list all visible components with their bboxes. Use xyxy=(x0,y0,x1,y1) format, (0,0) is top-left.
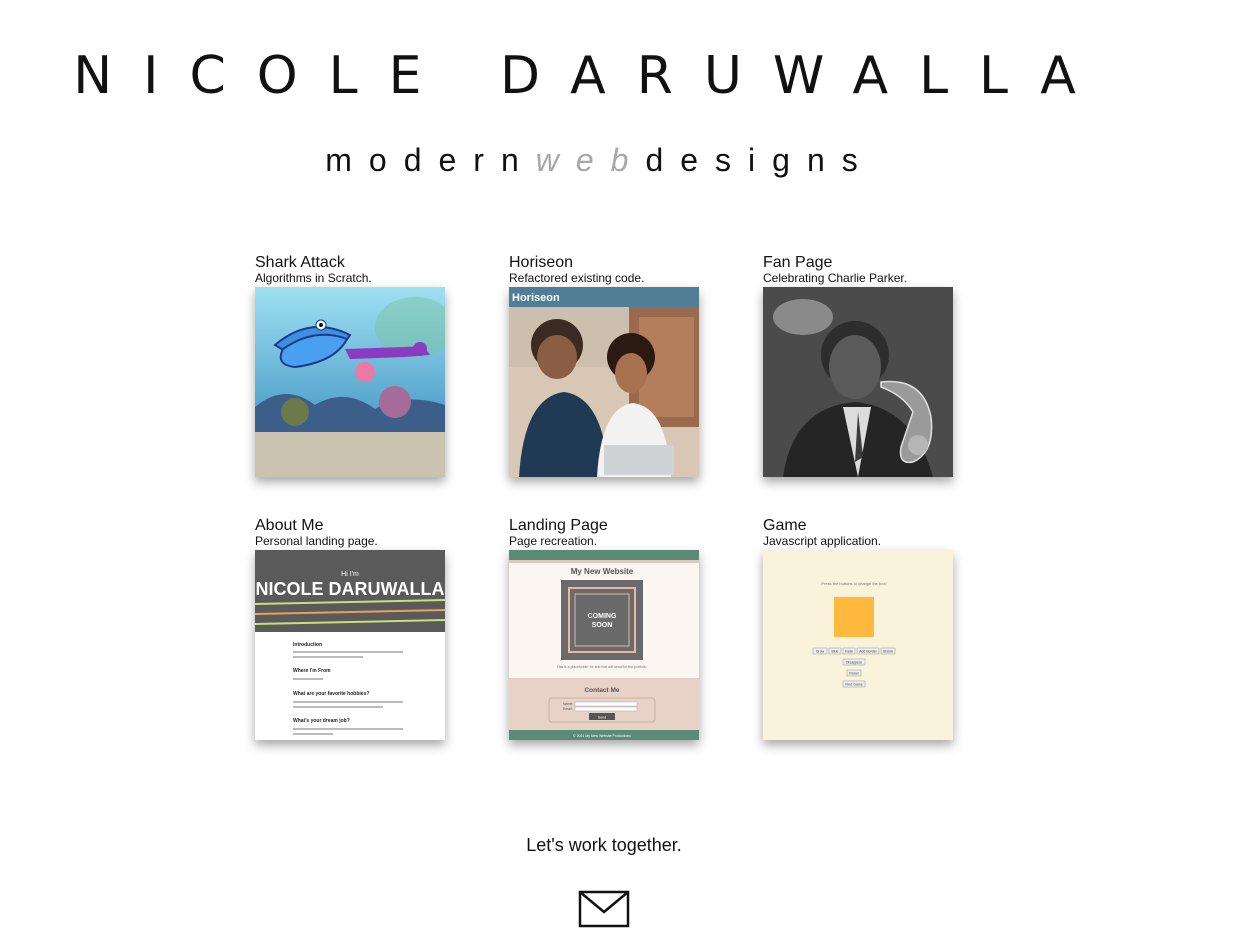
project-title: Shark Attack xyxy=(255,254,345,271)
landing-thumb-send: Send xyxy=(598,716,606,720)
project-card-shark-attack: Shark Attack Algorithms in Scratch. xyxy=(255,254,445,477)
project-thumbnail-shark-attack[interactable] xyxy=(255,287,445,477)
game-thumb-button: Add Border xyxy=(859,650,878,654)
shark-attack-image xyxy=(255,287,445,477)
site-title: NICOLE DARUWALLA xyxy=(73,46,1107,106)
project-thumbnail-landing-page[interactable]: My New Website COMING SOON This is a pla… xyxy=(509,550,699,740)
horiseon-image: Horiseon xyxy=(509,287,699,477)
about-thumb-section: Introduction xyxy=(293,642,322,648)
project-description: Algorithms in Scratch. xyxy=(255,271,372,285)
project-thumbnail-fan-page[interactable] xyxy=(763,287,953,477)
landing-thumb-name-label: Name: xyxy=(563,702,573,706)
landing-thumb-coming: COMING xyxy=(588,613,617,620)
project-card-horiseon: Horiseon Refactored existing code. Horis… xyxy=(509,254,699,477)
about-thumb-section: Where I'm From xyxy=(293,668,331,674)
tagline: modernwebdesigns xyxy=(0,140,1200,180)
game-thumb-reset: Reset xyxy=(849,672,858,676)
project-thumbnail-game[interactable]: Press the buttons to change the box! Gro… xyxy=(763,550,953,740)
landing-thumb-placeholder: This is a placeholder for text that will… xyxy=(557,665,648,669)
game-thumb-button: Fade xyxy=(845,650,853,654)
landing-thumb-footer: © 2021 My New Website Productions xyxy=(573,734,631,738)
tagline-designs: designs xyxy=(645,142,875,178)
contact-cta: Let's work together. xyxy=(526,835,682,855)
tagline-modern: modern xyxy=(325,142,536,178)
about-thumb-name: NICOLE DARUWALLA xyxy=(256,579,445,599)
project-description: Page recreation. xyxy=(509,534,598,548)
project-title: Fan Page xyxy=(763,254,833,271)
project-card-fan-page: Fan Page Celebrating Charlie Parker. xyxy=(763,254,953,477)
project-description: Javascript application. xyxy=(763,534,882,548)
about-thumb-section: What's your dream job? xyxy=(293,718,350,724)
landing-page-image: My New Website COMING SOON This is a pla… xyxy=(509,550,699,740)
game-thumb-button: Shrink xyxy=(883,650,893,654)
project-grid: Shark Attack Algorithms in Scratch. Hori… xyxy=(255,254,953,740)
landing-thumb-email-label: Email: xyxy=(563,707,573,711)
project-thumbnail-horiseon[interactable]: Horiseon xyxy=(509,287,699,477)
project-description: Personal landing page. xyxy=(255,534,378,548)
project-description: Celebrating Charlie Parker. xyxy=(763,271,908,285)
project-title: About Me xyxy=(255,517,324,534)
game-thumb-prompt: Press the buttons to change the box! xyxy=(821,581,886,586)
game-thumb-disappear: Disappear xyxy=(846,661,863,665)
about-thumb-hi: Hi I'm xyxy=(341,571,359,578)
game-thumb-find: Find Game xyxy=(845,683,862,687)
game-image: Press the buttons to change the box! Gro… xyxy=(763,550,953,740)
project-card-landing-page: Landing Page Page recreation. My New Web… xyxy=(509,517,699,740)
project-title: Horiseon xyxy=(509,254,574,271)
project-card-about-me: About Me Personal landing page. Hi I'm N… xyxy=(255,517,445,740)
project-thumbnail-about-me[interactable]: Hi I'm NICOLE DARUWALLA Introduction Whe… xyxy=(255,550,445,740)
landing-thumb-contact: Contact Me xyxy=(584,687,619,694)
email-button[interactable] xyxy=(578,890,630,930)
horiseon-thumb-header: Horiseon xyxy=(512,292,560,304)
project-title: Game xyxy=(763,517,807,534)
game-thumb-button: Blue xyxy=(831,650,838,654)
project-description: Refactored existing code. xyxy=(509,271,645,285)
about-thumb-section: What are your favorite hobbies? xyxy=(293,691,369,697)
landing-thumb-soon: SOON xyxy=(592,622,613,629)
project-title: Landing Page xyxy=(509,517,608,534)
envelope-icon xyxy=(578,890,630,928)
project-card-game: Game Javascript application. Press the b… xyxy=(763,517,953,740)
saxophone-player-image xyxy=(763,287,953,477)
about-me-image: Hi I'm NICOLE DARUWALLA Introduction Whe… xyxy=(255,550,445,740)
tagline-web: web xyxy=(535,142,646,178)
game-thumb-button: Grow xyxy=(816,650,825,654)
landing-thumb-heading: My New Website xyxy=(571,567,634,576)
